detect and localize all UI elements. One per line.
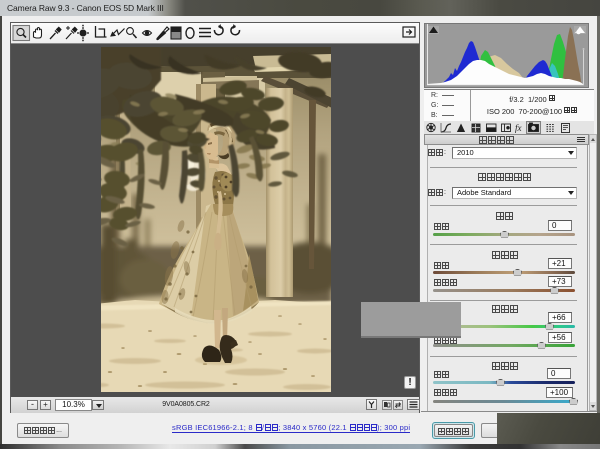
svg-text:fx: fx bbox=[515, 123, 522, 133]
